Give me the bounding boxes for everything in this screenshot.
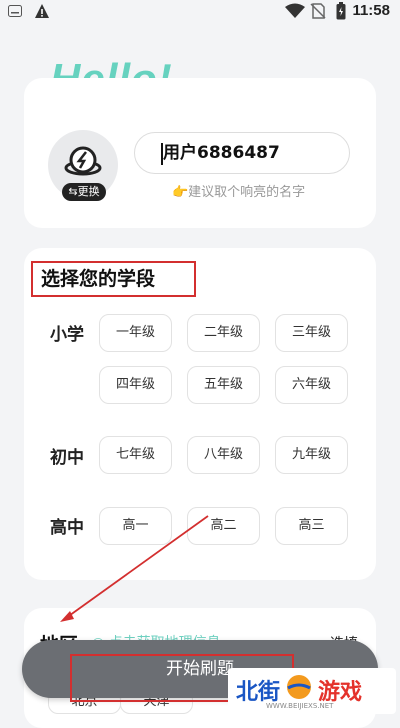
watermark-url: WWW.BEIJIEXS.NET xyxy=(266,702,334,710)
annotation-arrow xyxy=(60,515,209,622)
watermark-logo-icon xyxy=(287,675,311,699)
watermark: 北街 游戏 WWW.BEIJIEXS.NET xyxy=(228,668,396,714)
